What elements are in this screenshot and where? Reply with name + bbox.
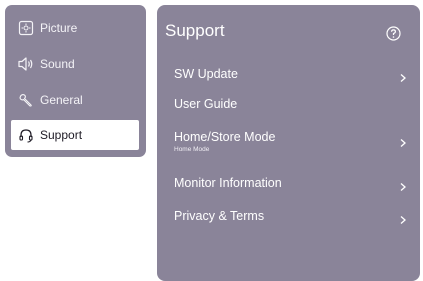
sidebar-item-label: Support [40,128,83,142]
sidebar-item-sound[interactable]: Sound [11,49,139,79]
chevron-right-icon [398,135,408,147]
headset-icon [17,126,35,144]
menu-item-privacy-terms[interactable]: Privacy & Terms [174,209,408,224]
wrench-icon [17,91,35,109]
menu-item-sublabel: Home Mode [174,146,210,153]
menu-item-monitor-information[interactable]: Monitor Information [174,176,408,191]
settings-sidebar: Picture Sound General Support [5,5,146,157]
page-title: Support [165,21,225,40]
sidebar-item-label: General [40,93,83,107]
menu-item-label: Monitor Information [174,176,282,190]
sidebar-item-label: Picture [40,21,78,35]
menu-item-home-store-mode[interactable]: Home/Store Mode Home Mode [174,130,408,154]
question-circle-icon[interactable] [386,26,401,41]
chevron-right-icon [398,179,408,191]
support-panel: Support SW Update User Guide Home/Store … [157,5,420,281]
menu-item-user-guide[interactable]: User Guide [174,97,408,112]
menu-item-sw-update[interactable]: SW Update [174,67,408,82]
sidebar-item-support[interactable]: Support [11,120,139,150]
sidebar-item-general[interactable]: General [11,85,139,115]
chevron-right-icon [398,70,408,82]
sidebar-item-label: Sound [40,57,75,71]
menu-item-label: User Guide [174,97,238,111]
speaker-icon [17,55,35,73]
menu-item-label: Privacy & Terms [174,209,265,223]
sidebar-item-picture[interactable]: Picture [11,13,139,43]
chevron-right-icon [398,212,408,224]
menu-item-label: SW Update [174,67,238,81]
picture-icon [17,19,35,37]
menu-item-label: Home/Store Mode [174,130,276,144]
